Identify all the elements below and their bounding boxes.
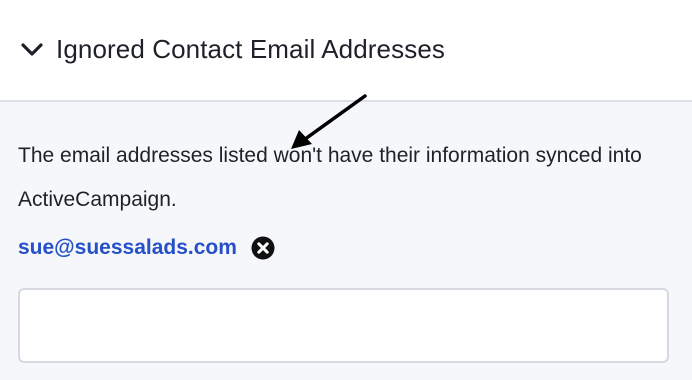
section-body: The email addresses listed won't have th… <box>0 94 692 380</box>
annotation-arrow-icon <box>291 94 367 149</box>
chevron-down-icon <box>21 43 43 56</box>
close-circle-icon[interactable] <box>251 236 275 260</box>
section-title: Ignored Contact Email Addresses <box>56 34 445 64</box>
ignored-email-item: sue@suessalads.com <box>18 230 275 266</box>
ignored-email-link[interactable]: sue@suessalads.com <box>18 236 237 260</box>
ignored-emails-panel: Ignored Contact Email Addresses The emai… <box>0 0 692 380</box>
ignored-email-input[interactable] <box>18 288 669 363</box>
section-header-toggle[interactable]: Ignored Contact Email Addresses <box>0 0 692 102</box>
